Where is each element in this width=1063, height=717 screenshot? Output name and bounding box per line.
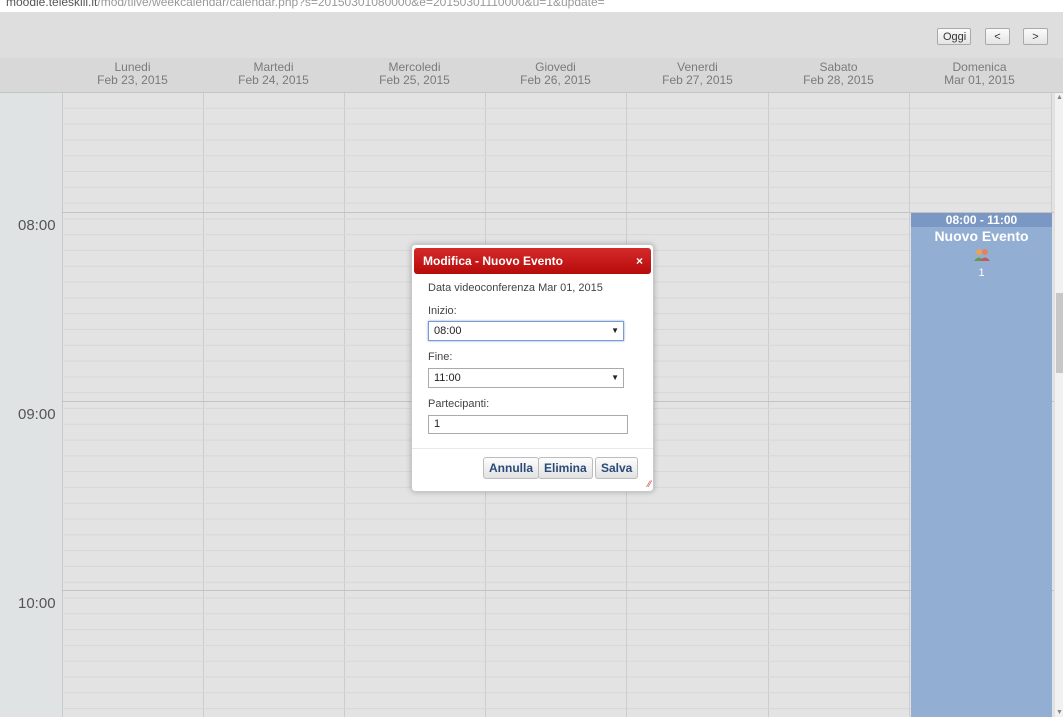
day-header-thursday: Giovedi Feb 26, 2015 xyxy=(520,60,591,87)
cancel-button[interactable]: Annulla xyxy=(483,457,539,479)
participants-label: Partecipanti: xyxy=(428,398,490,410)
start-time-value: 08:00 xyxy=(434,325,462,337)
day-header-saturday: Sabato Feb 28, 2015 xyxy=(803,60,874,87)
day-header-sunday: Domenica Mar 01, 2015 xyxy=(944,60,1015,87)
dialog-titlebar[interactable]: Modifica - Nuovo Evento × xyxy=(414,248,651,274)
url-bar: moodle.teleskill.it/mod/tlive/weekcalend… xyxy=(0,0,1063,12)
close-icon[interactable]: × xyxy=(636,248,643,274)
time-gutter: 08:00 09:00 10:00 xyxy=(0,93,63,717)
participants-input[interactable]: 1 xyxy=(428,415,628,434)
hour-label: 10:00 xyxy=(18,595,56,612)
scroll-down-icon[interactable]: ▼ xyxy=(1055,709,1063,716)
start-time-select[interactable]: 08:00 ▼ xyxy=(428,321,624,341)
calendar-toolbar: Oggi < > xyxy=(0,12,1063,59)
start-label: Inizio: xyxy=(428,305,457,317)
resize-handle-icon[interactable]: ⁄⁄ xyxy=(648,479,651,489)
previous-week-button[interactable]: < xyxy=(985,28,1010,45)
hour-label: 09:00 xyxy=(18,406,56,423)
scroll-up-icon[interactable]: ▲ xyxy=(1055,94,1063,101)
day-header-monday: Lunedi Feb 23, 2015 xyxy=(97,60,168,87)
vertical-scrollbar[interactable]: ▲ ▼ xyxy=(1054,93,1063,717)
day-header-tuesday: Martedi Feb 24, 2015 xyxy=(238,60,309,87)
participants-icon xyxy=(911,248,1052,267)
dialog-divider xyxy=(412,448,653,449)
hour-divider xyxy=(62,212,1054,213)
event-time: 08:00 - 11:00 xyxy=(911,213,1052,227)
calendar-event[interactable]: 08:00 - 11:00 Nuovo Evento 1 xyxy=(911,213,1052,717)
hour-divider xyxy=(62,590,1054,591)
url-text: moodle.teleskill.it/mod/tlive/weekcalend… xyxy=(6,0,605,9)
edit-event-dialog: Modifica - Nuovo Evento × Data videoconf… xyxy=(411,244,654,492)
day-header-friday: Venerdi Feb 27, 2015 xyxy=(662,60,733,87)
save-button[interactable]: Salva xyxy=(595,457,639,479)
day-column[interactable] xyxy=(768,93,910,717)
chevron-down-icon: ▼ xyxy=(611,373,619,382)
end-label: Fine: xyxy=(428,351,453,363)
day-header-wednesday: Mercoledi Feb 25, 2015 xyxy=(379,60,450,87)
conference-date: Data videoconferenza Mar 01, 2015 xyxy=(428,282,603,294)
day-column[interactable] xyxy=(203,93,345,717)
event-participant-count: 1 xyxy=(978,267,985,279)
next-week-button[interactable]: > xyxy=(1023,28,1048,45)
week-header: Lunedi Feb 23, 2015 Martedi Feb 24, 2015 M… xyxy=(0,58,1063,93)
dialog-title: Modifica - Nuovo Evento xyxy=(423,254,564,268)
day-column[interactable] xyxy=(62,93,204,717)
chevron-down-icon: ▼ xyxy=(611,326,619,335)
end-time-value: 11:00 xyxy=(434,372,461,384)
today-button[interactable]: Oggi xyxy=(937,28,971,45)
scroll-thumb[interactable] xyxy=(1056,293,1063,373)
delete-button[interactable]: Elimina xyxy=(538,457,593,479)
end-time-select[interactable]: 11:00 ▼ xyxy=(428,368,624,388)
hour-label: 08:00 xyxy=(18,217,56,234)
event-title: Nuovo Evento xyxy=(934,228,1029,244)
